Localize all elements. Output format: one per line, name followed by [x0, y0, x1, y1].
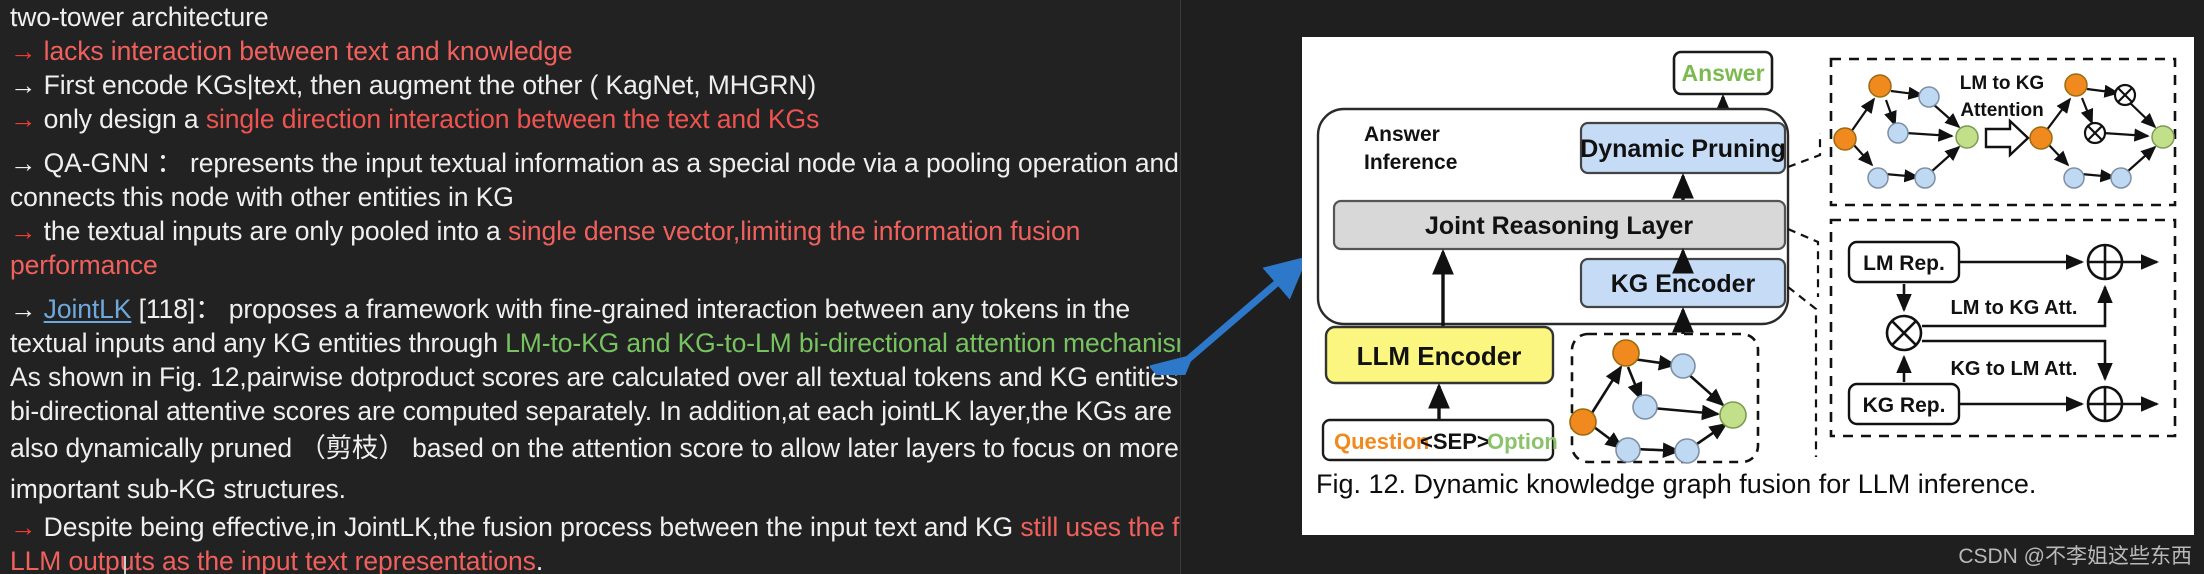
text-caret [124, 556, 126, 574]
add-node-icon-top [2086, 243, 2124, 281]
kg-encoder-box: KG Encoder [1579, 257, 1787, 309]
joint-reasoning-layer-label: Joint Reasoning Layer [1425, 212, 1693, 240]
note-line: also dynamically pruned （剪枝） based on th… [10, 428, 1179, 469]
note-text-span: the textual inputs are only pooled into … [43, 216, 508, 246]
times-node-icon-2 [2083, 121, 2107, 145]
note-text-span: single direction interaction between the… [205, 104, 820, 134]
note-text-span: [118]： proposes a framework with fine-gr… [131, 294, 1131, 324]
lm-kg-rep-panel: LM Rep. KG Rep. LM to KG Att. KG to LM A… [1829, 218, 2177, 438]
kg-to-lm-att-label: KG to LM Att. [1950, 358, 2077, 380]
note-text-span: only design a [43, 104, 206, 134]
kg-encoder-label: KG Encoder [1611, 270, 1756, 298]
note-line: → Despite being effective,in JointLK,the… [10, 510, 1180, 544]
note-text-span: performance [10, 250, 158, 280]
input-option-label: Option [1487, 429, 1558, 454]
note-line: important sub-KG structures. [10, 469, 1174, 510]
lm-to-kg-label-1: LM to KG [1960, 73, 2044, 94]
note-text-span: LM-to-KG and KG-to-LM bi-directional att… [505, 328, 1180, 358]
note-text-span: LLM outputs as the input text representa… [10, 546, 536, 574]
note-line: textual inputs and any KG entities throu… [10, 326, 1180, 360]
note-line: → QA-GNN ： represents the input textual … [10, 146, 1179, 180]
note-text-span: → [10, 148, 44, 178]
lm-rep-box: LM Rep. [1847, 240, 1961, 284]
note-line: → JointLK [118]： proposes a framework wi… [10, 292, 1174, 326]
llm-encoder-box: LLM Encoder [1324, 325, 1555, 385]
figure-panel: Answer Answer Inference Dynamic Pruning … [1302, 37, 2194, 535]
note-text-span: lacks interaction between text and knowl… [43, 36, 573, 66]
note-text-span: As shown in Fig. 12,pairwise dotproduct … [10, 362, 1180, 392]
note-text-span: single dense vector,limiting the informa… [507, 216, 1081, 246]
note-text-span: connects this node with other entities i… [10, 182, 514, 212]
answer-label: Answer [1681, 60, 1764, 86]
dynamic-pruning-label: Dynamic Pruning [1580, 135, 1786, 163]
lm-rep-label: LM Rep. [1863, 252, 1945, 275]
note-text-span: . [535, 546, 544, 574]
note-link[interactable]: JointLK [44, 294, 132, 324]
answer-inference-label-1: Answer [1364, 123, 1440, 146]
figure-diagram: Answer Answer Inference Dynamic Pruning … [1316, 50, 2177, 464]
note-text-span: textual inputs and any KG entities throu… [10, 328, 506, 358]
note-line: → only design a single direction interac… [10, 102, 1174, 136]
note-text-span: still uses the final [1020, 512, 1180, 542]
note-text-span: Despite being effective,in JointLK,the f… [43, 512, 1021, 542]
note-text-span: two-tower architecture [10, 2, 269, 32]
figure-caption: Fig. 12. Dynamic knowledge graph fusion … [1316, 469, 2037, 499]
note-text-span: bi-directional attentive scores are comp… [10, 396, 1172, 426]
note-line: As shown in Fig. 12,pairwise dotproduct … [10, 360, 1180, 394]
note-text-span: First encode KGs|text, then augment the … [43, 70, 817, 100]
kg-rep-label: KG Rep. [1863, 394, 1946, 417]
note-text-span: also dynamically pruned （剪枝） based on th… [10, 433, 1179, 463]
kg-rep-box: KG Rep. [1847, 382, 1961, 426]
add-node-icon-bottom [2086, 385, 2124, 423]
llm-encoder-label: LLM Encoder [1357, 341, 1522, 371]
note-line: → lacks interaction between text and kno… [10, 34, 1174, 68]
input-question-box: Question <SEP> Option [1321, 418, 1558, 462]
note-line: two-tower architecture [10, 0, 1174, 34]
joint-reasoning-layer-box: Joint Reasoning Layer [1332, 199, 1787, 251]
note-line: performance [10, 248, 1174, 282]
notes-pane: two-tower architecture → lacks interacti… [0, 0, 1180, 574]
note-text-span: → [10, 70, 44, 100]
note-text-span: → [10, 104, 44, 134]
watermark: CSDN @不李姐这些东西 [1958, 545, 2192, 568]
times-node-icon-1 [2113, 83, 2137, 107]
dynamic-pruning-box: Dynamic Pruning [1579, 121, 1787, 175]
note-text-span: → [10, 36, 44, 66]
lm-to-kg-att-label: LM to KG Att. [1950, 297, 2077, 319]
input-sep-label: <SEP> [1420, 429, 1490, 454]
note-line: LLM outputs as the input text representa… [10, 544, 1174, 574]
answer-inference-label-2: Inference [1364, 151, 1457, 174]
answer-box: Answer [1672, 50, 1774, 96]
note-line: connects this node with other entities i… [10, 180, 1174, 214]
lm-to-kg-attention-panel: LM to KG Attention [1829, 57, 2177, 207]
lm-to-kg-label-2: Attention [1960, 100, 2043, 121]
multiply-node-icon [1885, 314, 1923, 352]
note-text-span: QA-GNN ： represents the input textual in… [43, 148, 1179, 178]
kg-graph-group [1569, 332, 1760, 464]
note-text-span: → [10, 512, 44, 542]
input-question-label: Question [1334, 429, 1429, 454]
note-text-span: → [10, 294, 44, 324]
note-line: → First encode KGs|text, then augment th… [10, 68, 1174, 102]
note-text-span: important sub-KG structures. [10, 474, 346, 504]
note-line: bi-directional attentive scores are comp… [10, 394, 1174, 428]
note-text-span: → [10, 216, 44, 246]
note-line: → the textual inputs are only pooled int… [10, 214, 1174, 248]
